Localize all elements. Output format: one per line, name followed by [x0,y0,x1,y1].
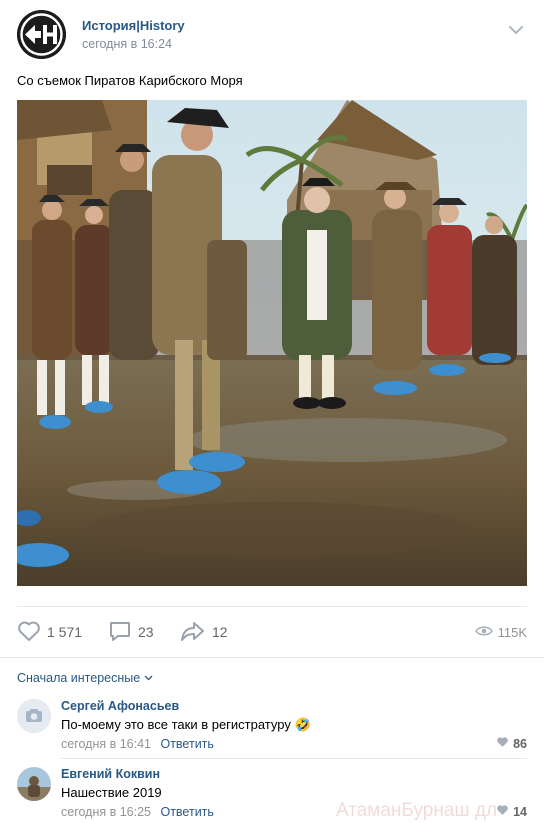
like-button[interactable]: 1 571 [17,620,82,644]
comment-like-button[interactable]: 86 [496,736,527,751]
heart-icon [17,620,41,645]
chevron-down-icon[interactable] [509,22,523,34]
reply-button[interactable]: Ответить [160,805,213,819]
divider [0,657,544,658]
comment-text: По-моему это все таки в регистратуру 🤣 [61,717,311,733]
comment-author[interactable]: Евгений Коквин [61,767,160,781]
sort-label: Сначала интересные [17,671,141,685]
comment-like-button[interactable]: 14 [496,804,527,819]
eye-icon [474,625,493,640]
comment-like-count: 14 [513,804,527,819]
like-count: 1 571 [47,624,83,640]
comment-time[interactable]: сегодня в 16:41 [61,737,151,751]
comment-count: 23 [138,624,154,640]
share-count: 12 [212,624,228,640]
post-text: Со съемок Пиратов Карибского Моря [17,73,243,88]
divider [17,606,527,607]
eh-logo-icon[interactable] [17,10,66,59]
share-button[interactable]: 12 [180,620,228,644]
comment-like-count: 86 [513,736,527,751]
comment-icon [108,620,132,645]
comment-meta: сегодня в 16:41 Ответить [61,737,214,751]
comment-meta: сегодня в 16:25 Ответить [61,805,214,819]
chevron-down-icon [144,675,153,681]
comment-button[interactable]: 23 [108,620,154,644]
comment-text: Нашествие 2019 [61,785,162,800]
emoji: 🤣 [294,717,311,732]
comment-time[interactable]: сегодня в 16:25 [61,805,151,819]
post-time[interactable]: сегодня в 16:24 [82,37,172,51]
watermark: АтаманБурнаш дл [336,800,498,821]
heart-icon [496,804,509,819]
comments-sort-dropdown[interactable]: Сначала интересные [17,671,153,685]
divider [61,758,527,759]
heart-icon [496,736,509,751]
views-count: 115K [497,624,527,640]
comment-item: Сергей Афонасьев По-моему это все таки в… [17,699,527,755]
post-header: История|History сегодня в 16:24 [17,10,527,60]
share-icon [180,620,206,645]
avatar[interactable] [17,699,51,733]
reply-button[interactable]: Ответить [160,737,213,751]
views-counter: 115K [474,620,527,644]
avatar[interactable] [17,767,51,801]
comment-text-body: По-моему это все таки в регистратуру [61,717,291,732]
post-author[interactable]: История|History [82,18,185,33]
comment-author[interactable]: Сергей Афонасьев [61,699,179,713]
post-photo[interactable] [17,100,527,586]
